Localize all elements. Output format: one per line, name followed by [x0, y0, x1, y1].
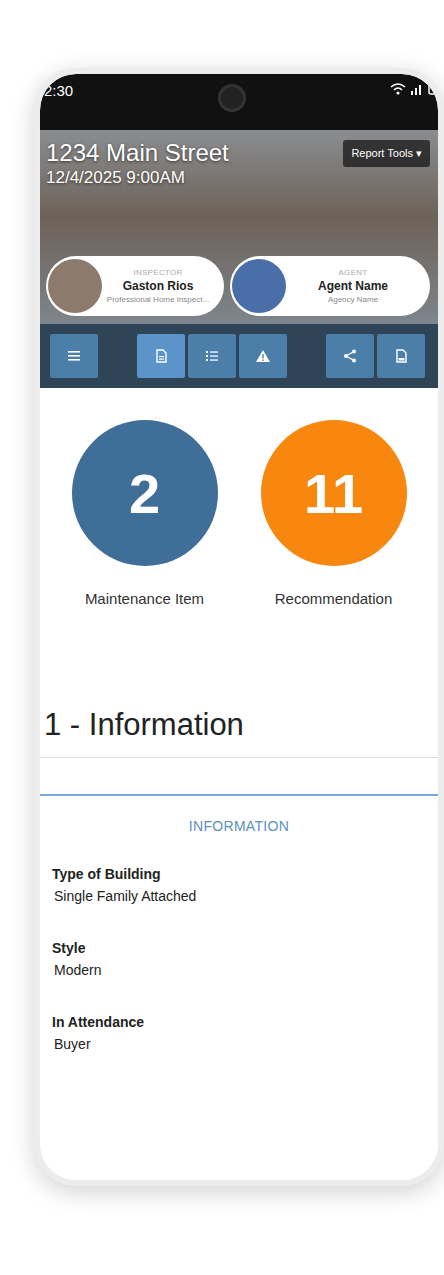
- people-cards: INSPECTOR Gaston Rios Professional Home In…: [46, 256, 430, 316]
- wifi-icon: [390, 82, 406, 96]
- role-label: AGENT: [286, 268, 420, 277]
- battery-icon: [428, 83, 438, 95]
- inspection-date: 12/4/2025 9:00AM: [46, 168, 229, 188]
- pdf-button[interactable]: [377, 334, 425, 378]
- count: 11: [304, 461, 363, 526]
- report-toolbar: [40, 324, 438, 388]
- summary-item[interactable]: 2 Maintenance Item: [60, 420, 230, 607]
- field-value: Single Family Attached: [52, 888, 426, 904]
- screen: 2:30 1234 Main Street12/4/2025 9:00AM Repo…: [40, 74, 438, 1180]
- field-value: Modern: [52, 962, 426, 978]
- section-title: 1 - Information: [40, 707, 438, 758]
- card-title: INFORMATION: [40, 796, 438, 866]
- info-field: Type of Building Single Family Attached: [40, 866, 438, 904]
- person-name: Agent Name: [286, 279, 420, 293]
- pdf-icon: [393, 348, 409, 364]
- person-subtitle: Agency Name: [286, 295, 420, 304]
- header-top: 1234 Main Street12/4/2025 9:00AM Report T…: [46, 140, 430, 188]
- report-tools-button[interactable]: Report Tools ▾: [343, 140, 430, 167]
- list-button[interactable]: [188, 334, 236, 378]
- signal-icon: [410, 83, 424, 95]
- warning-button[interactable]: [239, 334, 287, 378]
- count-label: Maintenance Item: [85, 590, 204, 607]
- warning-icon: [255, 348, 271, 364]
- status-icons: [390, 82, 438, 96]
- info-field: In Attendance Buyer: [40, 1014, 438, 1052]
- field-label: Type of Building: [52, 866, 426, 882]
- field-label: In Attendance: [52, 1014, 426, 1030]
- camera-icon: [218, 84, 246, 112]
- agent-photo: [232, 259, 286, 313]
- person-name: Gaston Rios: [102, 279, 214, 293]
- list-icon: [204, 348, 220, 364]
- clock: 2:30: [44, 82, 73, 99]
- menu-icon: [66, 348, 82, 364]
- share-icon: [342, 348, 358, 364]
- count-label: Recommendation: [275, 590, 393, 607]
- share-button[interactable]: [326, 334, 374, 378]
- inspector-info: INSPECTOR Gaston Rios Professional Home In…: [102, 268, 214, 304]
- document-button[interactable]: [137, 334, 185, 378]
- information-card: INFORMATIONType of Building Single Family…: [40, 794, 438, 1088]
- field-label: Style: [52, 940, 426, 956]
- document-icon: [153, 348, 169, 364]
- role-label: INSPECTOR: [102, 268, 214, 277]
- summary-counts: 2 Maintenance Item 11 Recommendation: [40, 388, 438, 607]
- header-title: 1234 Main Street12/4/2025 9:00AM: [46, 140, 229, 188]
- agent-card[interactable]: AGENT Agent Name Agency Name: [230, 256, 430, 316]
- person-subtitle: Professional Home Inspect...: [102, 295, 214, 304]
- inspector-card[interactable]: INSPECTOR Gaston Rios Professional Home In…: [46, 256, 224, 316]
- count-circle: 11: [261, 420, 407, 566]
- count-circle: 2: [72, 420, 218, 566]
- info-field: Style Modern: [40, 940, 438, 978]
- menu-button[interactable]: [50, 334, 98, 378]
- count: 2: [129, 461, 160, 526]
- status-bar: 2:30: [40, 74, 438, 130]
- inspector-photo: [48, 259, 102, 313]
- field-value: Buyer: [52, 1036, 426, 1052]
- agent-info: AGENT Agent Name Agency Name: [286, 268, 420, 304]
- phone-frame: 2:30 1234 Main Street12/4/2025 9:00AM Repo…: [34, 68, 444, 1186]
- summary-item[interactable]: 11 Recommendation: [249, 420, 419, 607]
- address: 1234 Main Street: [46, 140, 229, 166]
- report-header: 1234 Main Street12/4/2025 9:00AM Report T…: [40, 130, 438, 324]
